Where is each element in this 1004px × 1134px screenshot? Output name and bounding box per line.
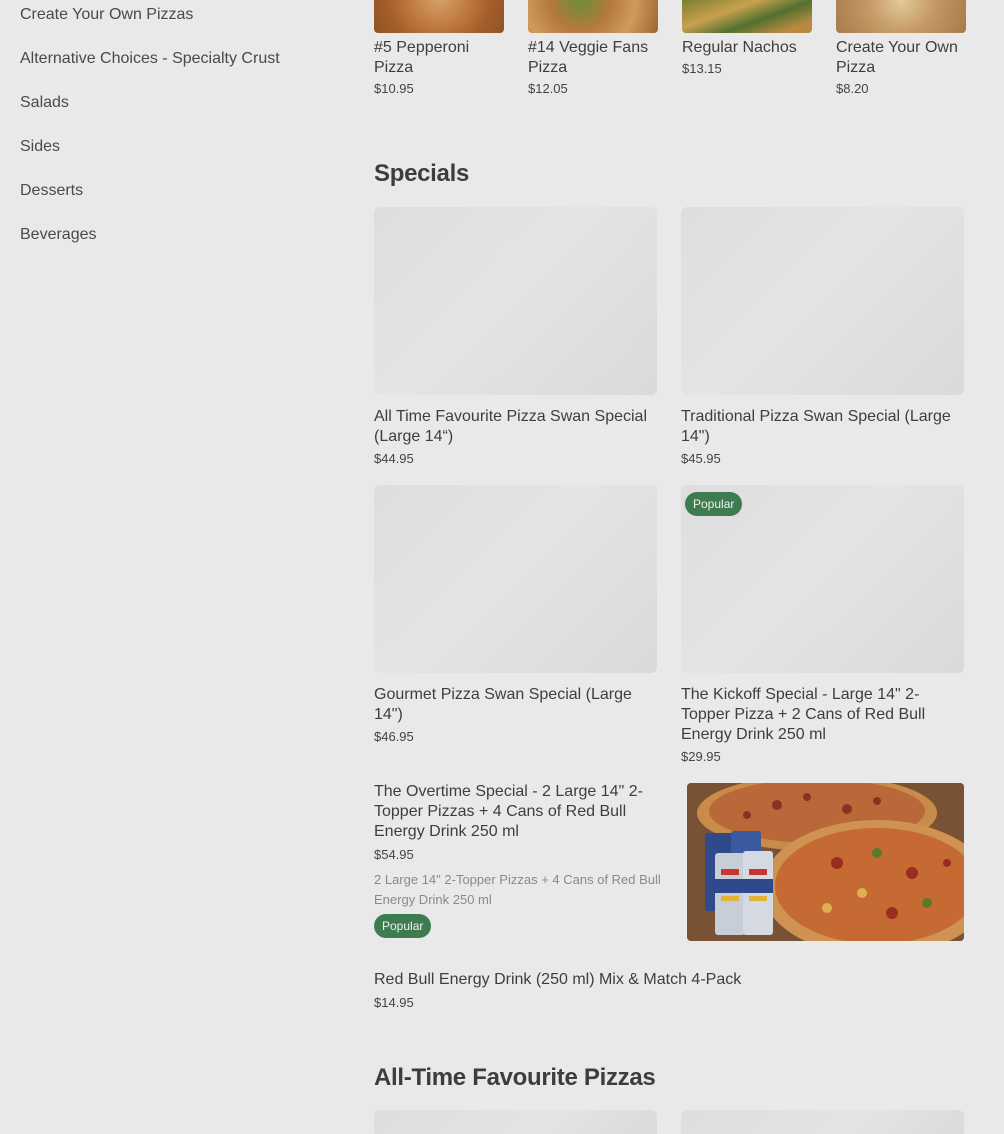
item-price: $13.15 [682, 61, 722, 76]
item-title: All Time Favourite Pizza Swan Special (L… [374, 408, 647, 445]
item-image [528, 0, 658, 33]
item-price: $45.95 [681, 451, 721, 466]
item-price: $54.95 [374, 847, 414, 862]
popular-badge: Popular [374, 914, 432, 938]
menu-item-row[interactable]: The Overtime Special - 2 Large 14" 2-Top… [374, 782, 964, 942]
menu-item-card[interactable]: Traditional Pizza Swan Special (Large 14… [681, 207, 964, 466]
item-image [836, 0, 966, 33]
sidebar-item-create-your-own-pizzas[interactable]: Create Your Own Pizzas [20, 0, 340, 43]
item-image-placeholder: Popular [681, 485, 964, 673]
sidebar-item-alternative-choices[interactable]: Alternative Choices - Specialty Crust [20, 43, 340, 87]
item-image-placeholder [374, 207, 657, 395]
sidebar-item-sides[interactable]: Sides [20, 131, 340, 175]
item-price: $44.95 [374, 451, 414, 466]
item-title: Gourmet Pizza Swan Special (Large 14") [374, 686, 632, 723]
item-image [374, 0, 504, 33]
item-title: Traditional Pizza Swan Special (Large 14… [681, 408, 951, 445]
item-image-placeholder [681, 207, 964, 395]
item-price: $10.95 [374, 81, 414, 96]
item-details: The Overtime Special - 2 Large 14" 2-Top… [374, 782, 674, 938]
sidebar-item-salads[interactable]: Salads [20, 87, 340, 131]
featured-items-row: #5 Pepperoni Pizza $10.95 #14 Veggie Fan… [374, 0, 966, 96]
sidebar-item-beverages[interactable]: Beverages [20, 219, 340, 263]
item-title: #5 Pepperoni Pizza [374, 39, 470, 76]
item-title: The Overtime Special - 2 Large 14" 2-Top… [374, 783, 643, 840]
item-title: Red Bull Energy Drink (250 ml) Mix & Mat… [374, 971, 742, 988]
item-title: The Kickoff Special - Large 14" 2-Topper… [681, 686, 926, 743]
menu-item-card[interactable]: Popular The Kickoff Special - Large 14" … [681, 485, 964, 764]
menu-item-card[interactable]: #14 Veggie Fans Pizza $12.05 [528, 0, 658, 96]
item-image-placeholder[interactable] [681, 1110, 964, 1134]
item-title: #14 Veggie Fans Pizza [528, 39, 649, 76]
item-price: $46.95 [374, 729, 414, 744]
popular-badge: Popular [685, 492, 743, 516]
menu-item-card[interactable]: #5 Pepperoni Pizza $10.95 [374, 0, 504, 96]
category-sidebar: Create Your Own Pizzas Alternative Choic… [20, 0, 340, 263]
item-title: Create Your Own Pizza [836, 39, 958, 76]
menu-item-row[interactable]: Red Bull Energy Drink (250 ml) Mix & Mat… [374, 970, 964, 1010]
menu-item-card[interactable]: Create Your Own Pizza $8.20 [836, 0, 966, 96]
pizza-and-cans-photo [687, 783, 964, 941]
menu-page: Create Your Own Pizzas Alternative Choic… [0, 0, 1004, 1134]
sidebar-item-desserts[interactable]: Desserts [20, 175, 340, 219]
item-price: $14.95 [374, 995, 414, 1010]
menu-item-card[interactable]: Gourmet Pizza Swan Special (Large 14") $… [374, 485, 657, 744]
item-title: Regular Nachos [682, 39, 797, 56]
section-heading-specials: Specials [374, 160, 469, 187]
item-image-placeholder [374, 485, 657, 673]
menu-item-card[interactable]: All Time Favourite Pizza Swan Special (L… [374, 207, 657, 466]
menu-item-card[interactable]: Regular Nachos $13.15 [682, 0, 812, 96]
item-description: 2 Large 14" 2-Topper Pizzas + 4 Cans of … [374, 872, 661, 907]
item-image [682, 0, 812, 33]
section-heading-all-time-favourite-pizzas: All-Time Favourite Pizzas [374, 1064, 656, 1091]
item-price: $8.20 [836, 81, 869, 96]
item-image-placeholder[interactable] [374, 1110, 657, 1134]
item-price: $29.95 [681, 749, 721, 764]
item-price: $12.05 [528, 81, 568, 96]
